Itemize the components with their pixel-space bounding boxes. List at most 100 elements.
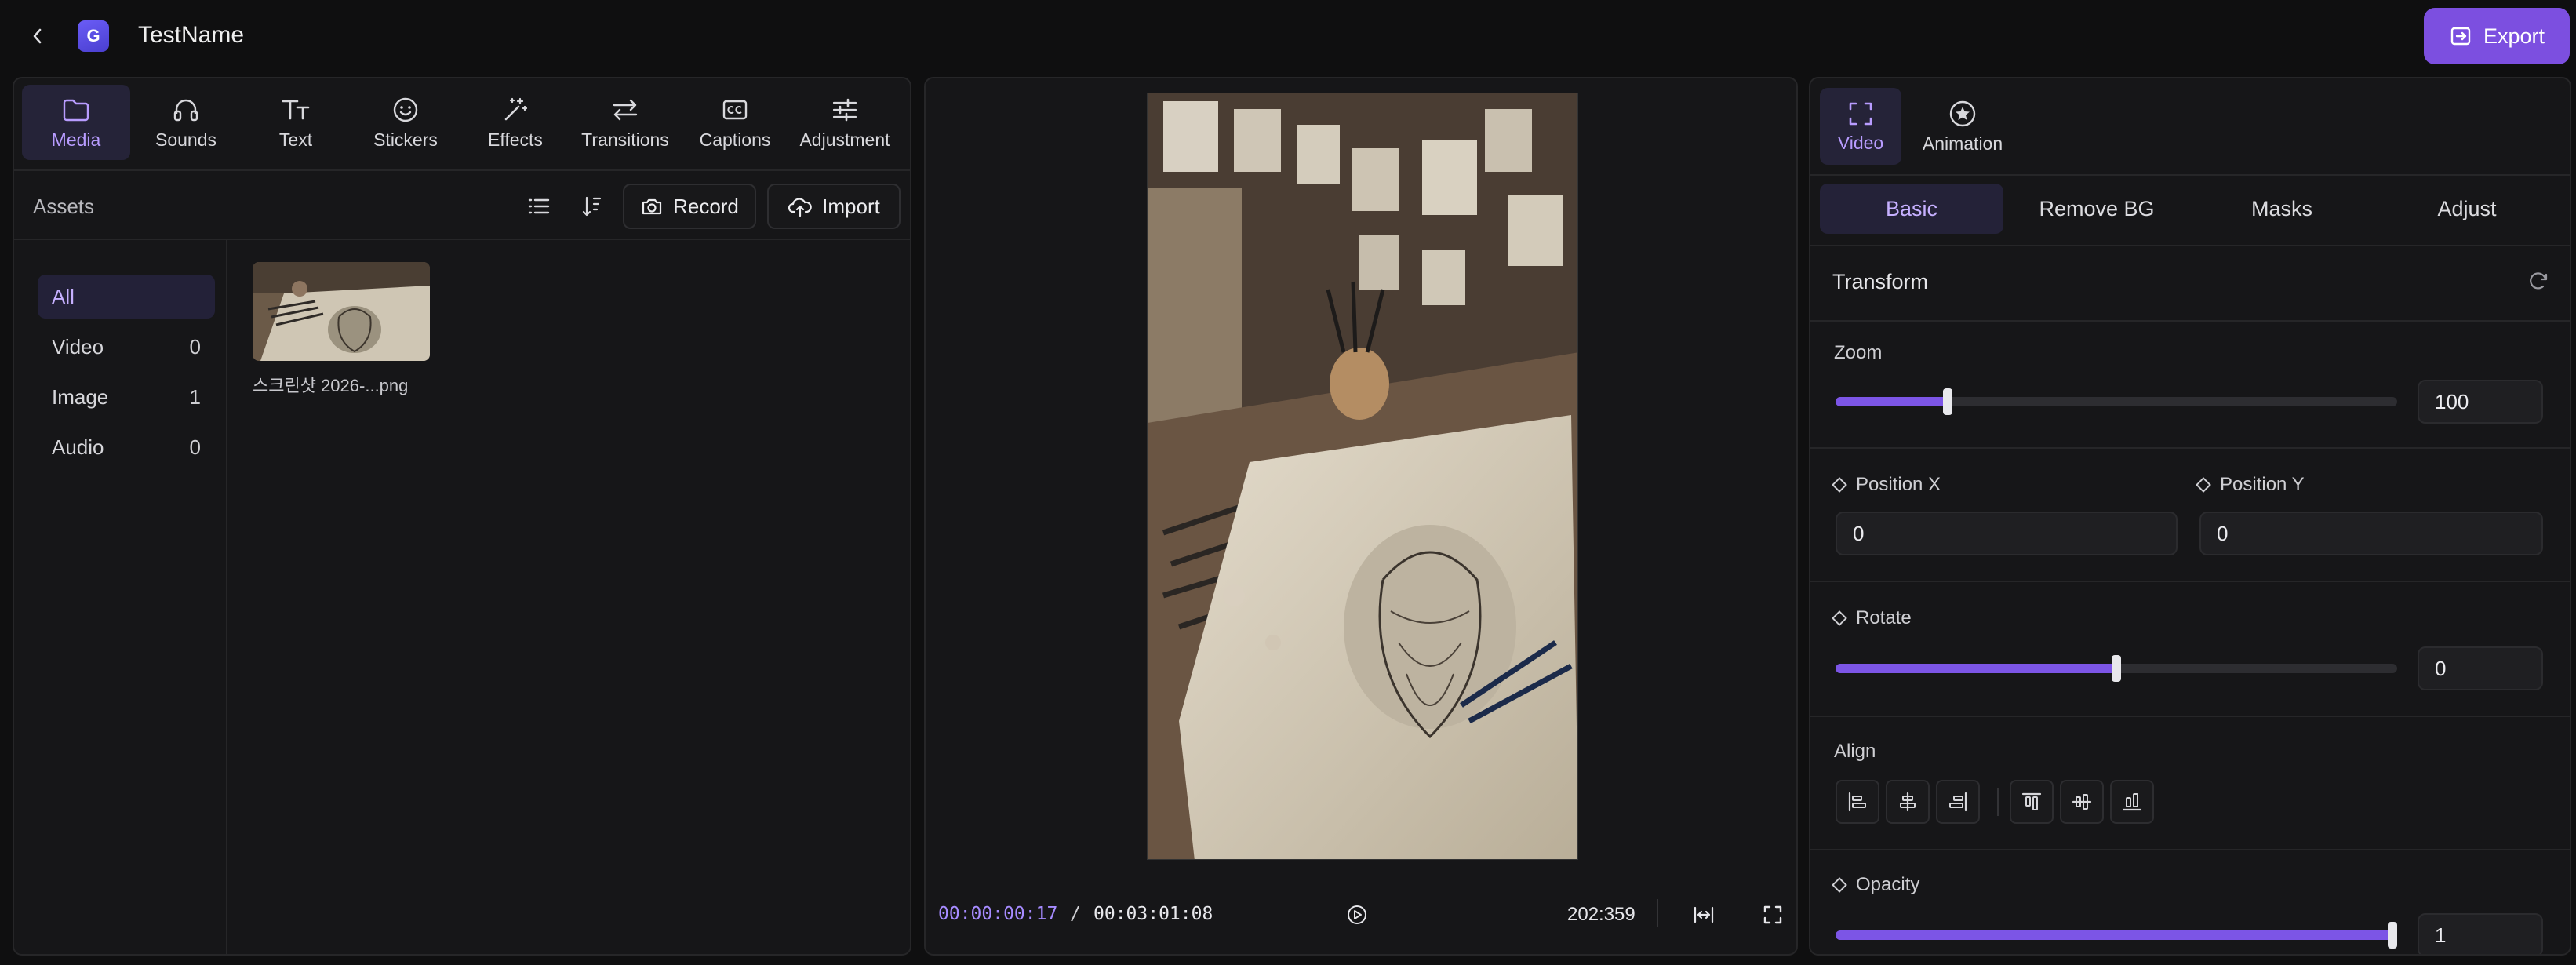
rotate-text: Rotate	[1856, 607, 1912, 628]
camera-icon	[642, 198, 662, 215]
tab-effects[interactable]: Effects	[461, 85, 569, 160]
section-divider	[1810, 581, 2570, 582]
inspector-subtabs: Basic Remove BG Masks Adjust	[1810, 176, 2570, 246]
position-y-text: Position Y	[2220, 474, 2305, 495]
tab-text[interactable]: Text	[242, 85, 350, 160]
section-divider	[1810, 320, 2570, 322]
sliders-icon	[832, 98, 857, 121]
sort-icon	[582, 196, 602, 217]
tab-media[interactable]: Media	[22, 85, 130, 160]
tab-captions[interactable]: Captions	[681, 85, 789, 160]
subtab-basic[interactable]: Basic	[1820, 184, 2003, 234]
fullscreen-frame-icon	[1849, 102, 1872, 125]
tab-transitions[interactable]: Transitions	[571, 85, 679, 160]
fit-width-button[interactable]	[1688, 899, 1719, 930]
opacity-slider-handle[interactable]	[2388, 922, 2397, 949]
subtab-masks[interactable]: Masks	[2190, 184, 2374, 234]
keyframe-diamond-icon[interactable]	[1832, 610, 1847, 626]
fullscreen-icon	[1763, 905, 1782, 924]
category-video[interactable]: Video 0	[38, 325, 215, 369]
tab-adjustment[interactable]: Adjustment	[791, 85, 899, 160]
sketch-image	[253, 262, 430, 361]
cloud-upload-icon	[788, 198, 812, 217]
align-bottom-icon	[2122, 793, 2142, 811]
import-button[interactable]: Import	[767, 184, 901, 229]
arrows-left-right-icon	[613, 99, 638, 120]
tab-transitions-label: Transitions	[581, 129, 669, 150]
tab-animation[interactable]: Animation	[1912, 88, 2013, 165]
asset-thumbnail[interactable]	[253, 262, 430, 361]
preview-canvas[interactable]	[1147, 93, 1578, 860]
list-view-button[interactable]	[519, 187, 558, 226]
inspector-panel: Video Animation Basic Remove BG Masks Ad…	[1809, 77, 2571, 956]
opacity-slider[interactable]	[1836, 922, 2397, 949]
align-top-icon	[2021, 792, 2042, 810]
align-center-horizontal-icon	[1900, 792, 1916, 812]
assets-title: Assets	[33, 195, 95, 218]
zoom-slider-handle[interactable]	[1943, 388, 1952, 415]
folder-icon	[63, 99, 89, 121]
project-name[interactable]: TestName	[138, 22, 244, 49]
opacity-slider-fill	[1836, 930, 2397, 940]
record-button[interactable]: Record	[623, 184, 756, 229]
category-audio[interactable]: Audio 0	[38, 425, 215, 469]
category-all[interactable]: All	[38, 275, 215, 319]
position-x-input[interactable]	[1836, 512, 2178, 555]
tab-sounds[interactable]: Sounds	[132, 85, 240, 160]
tab-video-label: Video	[1837, 132, 1884, 153]
category-count: 1	[189, 384, 201, 409]
assets-toolbar: Assets Record Import	[14, 171, 910, 240]
opacity-text: Opacity	[1856, 874, 1920, 895]
tab-media-label: Media	[51, 129, 101, 150]
export-icon	[2450, 27, 2471, 46]
category-label: Image	[52, 384, 109, 409]
align-bottom-button[interactable]	[2110, 780, 2154, 824]
rotate-slider[interactable]	[1836, 655, 2397, 682]
sort-button[interactable]	[573, 187, 612, 226]
keyframe-diamond-icon[interactable]	[1832, 477, 1847, 493]
logo-letter: G	[86, 26, 100, 46]
align-top-button[interactable]	[2010, 780, 2054, 824]
align-label: Align	[1834, 741, 1876, 762]
asset-filename: 스크린샷 2026-...png	[253, 376, 409, 395]
tab-video[interactable]: Video	[1820, 88, 1901, 165]
tab-stickers[interactable]: Stickers	[351, 85, 460, 160]
tool-tabs: Media Sounds Text Stickers Effects Trans…	[14, 78, 910, 171]
keyframe-diamond-icon[interactable]	[2196, 477, 2211, 493]
tab-stickers-label: Stickers	[373, 129, 438, 150]
align-left-button[interactable]	[1836, 780, 1879, 824]
subtab-adjust[interactable]: Adjust	[2375, 184, 2559, 234]
opacity-input[interactable]	[2418, 913, 2543, 954]
tab-adjustment-label: Adjustment	[799, 129, 890, 150]
back-button[interactable]	[24, 20, 52, 52]
zoom-slider-fill	[1836, 397, 1948, 406]
closed-caption-icon	[722, 100, 748, 119]
top-bar: G TestName Export	[0, 0, 2576, 72]
export-button[interactable]: Export	[2424, 8, 2570, 64]
keyframe-diamond-icon[interactable]	[1832, 877, 1847, 893]
tab-captions-label: Captions	[699, 129, 771, 150]
align-right-button[interactable]	[1936, 780, 1980, 824]
rotate-slider-fill	[1836, 664, 2116, 673]
subtab-remove-bg[interactable]: Remove BG	[2005, 184, 2189, 234]
list-icon	[528, 198, 550, 214]
zoom-slider[interactable]	[1836, 388, 2397, 415]
reset-transform-button[interactable]	[2521, 264, 2556, 298]
sketch-image	[1148, 93, 1577, 859]
rotate-input[interactable]	[2418, 646, 2543, 690]
category-sidebar: All Video 0 Image 1 Audio 0	[14, 240, 227, 956]
section-divider	[1810, 849, 2570, 850]
position-x-text: Position X	[1856, 474, 1941, 495]
zoom-input[interactable]	[2418, 380, 2543, 424]
align-center-v-button[interactable]	[2060, 780, 2104, 824]
rotate-slider-handle[interactable]	[2112, 655, 2121, 682]
aspect-ratio[interactable]: 202:359	[1567, 904, 1635, 926]
position-y-input[interactable]	[2199, 512, 2543, 555]
star-circle-icon	[1949, 100, 1976, 126]
play-button[interactable]	[1341, 899, 1373, 930]
fullscreen-button[interactable]	[1757, 899, 1788, 930]
align-center-h-button[interactable]	[1886, 780, 1930, 824]
category-image[interactable]: Image 1	[38, 375, 215, 419]
section-divider	[1810, 447, 2570, 449]
magic-wand-icon	[504, 97, 528, 120]
